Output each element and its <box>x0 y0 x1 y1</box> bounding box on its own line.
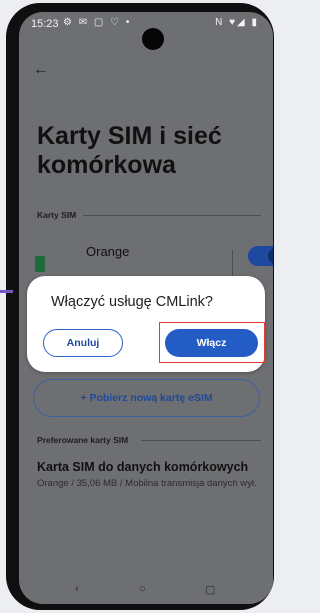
sim-card-name: Orange <box>86 244 130 259</box>
preferred-data-sim-title[interactable]: Karta SIM do danych komórkowych <box>37 460 248 474</box>
navigation-bar: ‹ ○ ▢ <box>19 576 273 604</box>
section-label-sim-cards: Karty SIM <box>37 210 77 220</box>
download-esim-button[interactable]: + Pobierz nową kartę eSIM <box>33 379 260 417</box>
toggle-knob <box>268 248 273 264</box>
divider <box>141 440 261 441</box>
screen: 15:23 ⚙ ✉ ▢ ♡ • N ♥◢ ▮ ← Karty SIM i sie… <box>19 12 273 604</box>
front-camera <box>142 28 164 50</box>
side-accent-bar <box>0 290 13 293</box>
sim-card-icon <box>35 256 45 272</box>
cancel-button[interactable]: Anuluj <box>43 329 123 357</box>
recents-nav-icon[interactable]: ▢ <box>205 583 215 596</box>
divider <box>83 215 261 216</box>
status-time: 15:23 <box>31 18 59 30</box>
sim-card-row[interactable]: Orange <box>35 242 273 284</box>
page-title: Karty SIM i sieć komórkowa <box>37 122 222 179</box>
preferred-data-sim-subtitle: Orange / 35,06 MB / Mobilna transmisja d… <box>37 478 257 489</box>
section-label-preferred: Preferowane karty SIM <box>37 435 129 445</box>
notification-icons: ⚙ ✉ ▢ ♡ • <box>63 17 132 28</box>
system-status-icons: N ♥◢ ▮ <box>215 17 259 28</box>
back-arrow-icon[interactable]: ← <box>33 61 49 79</box>
phone-frame: 15:23 ⚙ ✉ ▢ ♡ • N ♥◢ ▮ ← Karty SIM i sie… <box>6 3 274 610</box>
confirm-button[interactable]: Włącz <box>165 329 258 357</box>
confirm-dialog: Włączyć usługę CMLink? Anuluj Włącz <box>27 276 265 372</box>
home-nav-icon[interactable]: ○ <box>139 583 146 595</box>
sim-enable-toggle[interactable] <box>248 246 273 266</box>
dialog-title: Włączyć usługę CMLink? <box>51 294 213 310</box>
back-nav-icon[interactable]: ‹ <box>75 583 79 595</box>
